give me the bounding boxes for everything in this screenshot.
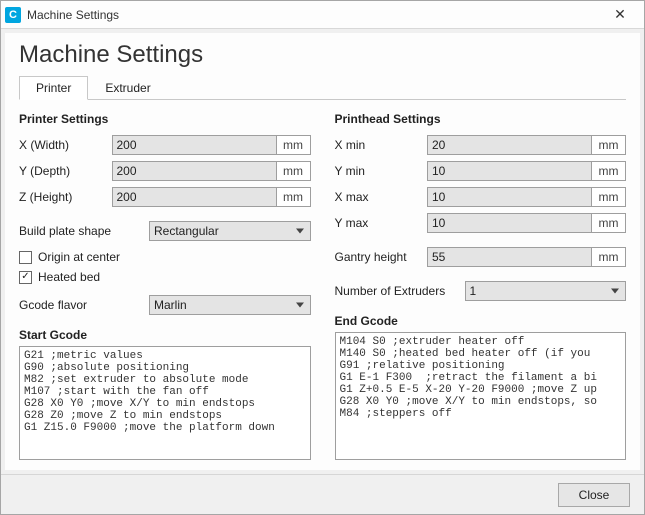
label-x-width: X (Width) (19, 138, 112, 152)
start-gcode-heading: Start Gcode (19, 328, 311, 342)
unit-mm: mm (277, 135, 311, 155)
label-gantry: Gantry height (335, 250, 428, 264)
select-build-plate-value: Rectangular (154, 224, 219, 238)
label-ymax: Y max (335, 216, 428, 230)
label-origin-center: Origin at center (38, 250, 120, 264)
chevron-down-icon (611, 289, 619, 294)
label-z-height: Z (Height) (19, 190, 112, 204)
row-z-height: Z (Height) mm (19, 186, 311, 208)
row-xmax: X max mm (335, 186, 627, 208)
textarea-start-gcode[interactable]: G21 ;metric values G90 ;absolute positio… (19, 346, 311, 460)
end-gcode-heading: End Gcode (335, 314, 627, 328)
row-origin-center[interactable]: Origin at center (19, 250, 311, 264)
input-z-height[interactable] (112, 187, 277, 207)
row-num-extruders: Number of Extruders 1 (335, 280, 627, 302)
unit-mm: mm (592, 161, 626, 181)
row-ymax: Y max mm (335, 212, 627, 234)
row-build-plate: Build plate shape Rectangular (19, 220, 311, 242)
row-xmin: X min mm (335, 134, 627, 156)
tab-strip: Printer Extruder (19, 75, 626, 100)
printhead-settings-heading: Printhead Settings (335, 112, 627, 126)
unit-mm: mm (592, 213, 626, 233)
row-x-width: X (Width) mm (19, 134, 311, 156)
label-heated-bed: Heated bed (38, 270, 100, 284)
label-xmax: X max (335, 190, 428, 204)
label-y-depth: Y (Depth) (19, 164, 112, 178)
label-gcode-flavor: Gcode flavor (19, 298, 149, 312)
label-num-extruders: Number of Extruders (335, 284, 465, 298)
tab-printer[interactable]: Printer (19, 76, 88, 100)
titlebar: C Machine Settings ✕ (1, 1, 644, 29)
chevron-down-icon (296, 229, 304, 234)
unit-mm: mm (277, 187, 311, 207)
dialog-window: C Machine Settings ✕ Machine Settings Pr… (0, 0, 645, 515)
columns: Printer Settings X (Width) mm Y (Depth) … (19, 110, 626, 460)
app-icon: C (5, 7, 21, 23)
select-build-plate[interactable]: Rectangular (149, 221, 311, 241)
input-xmax[interactable] (427, 187, 592, 207)
input-y-depth[interactable] (112, 161, 277, 181)
label-build-plate: Build plate shape (19, 224, 149, 238)
label-ymin: Y min (335, 164, 428, 178)
input-ymin[interactable] (427, 161, 592, 181)
checkbox-heated-bed[interactable]: ✓ (19, 271, 32, 284)
row-gantry: Gantry height mm (335, 246, 627, 268)
close-icon[interactable]: ✕ (600, 1, 640, 28)
checkbox-origin-center[interactable] (19, 251, 32, 264)
chevron-down-icon (296, 303, 304, 308)
input-gantry[interactable] (427, 247, 592, 267)
select-num-extruders-value: 1 (470, 284, 477, 298)
tab-extruder[interactable]: Extruder (88, 76, 167, 100)
textarea-end-gcode[interactable]: M104 S0 ;extruder heater off M140 S0 ;he… (335, 332, 627, 460)
label-xmin: X min (335, 138, 428, 152)
row-y-depth: Y (Depth) mm (19, 160, 311, 182)
unit-mm: mm (592, 187, 626, 207)
select-num-extruders[interactable]: 1 (465, 281, 627, 301)
input-ymax[interactable] (427, 213, 592, 233)
window-title: Machine Settings (27, 8, 600, 22)
content-area: Machine Settings Printer Extruder Printe… (5, 33, 640, 470)
input-x-width[interactable] (112, 135, 277, 155)
unit-mm: mm (592, 247, 626, 267)
page-title: Machine Settings (19, 41, 626, 69)
input-xmin[interactable] (427, 135, 592, 155)
close-button[interactable]: Close (558, 483, 630, 507)
select-gcode-flavor-value: Marlin (154, 298, 187, 312)
row-ymin: Y min mm (335, 160, 627, 182)
unit-mm: mm (277, 161, 311, 181)
unit-mm: mm (592, 135, 626, 155)
footer: Close (1, 474, 644, 514)
row-gcode-flavor: Gcode flavor Marlin (19, 294, 311, 316)
select-gcode-flavor[interactable]: Marlin (149, 295, 311, 315)
printhead-settings-col: Printhead Settings X min mm Y min mm (335, 110, 627, 460)
printer-settings-col: Printer Settings X (Width) mm Y (Depth) … (19, 110, 311, 460)
printer-settings-heading: Printer Settings (19, 112, 311, 126)
row-heated-bed[interactable]: ✓ Heated bed (19, 270, 311, 284)
